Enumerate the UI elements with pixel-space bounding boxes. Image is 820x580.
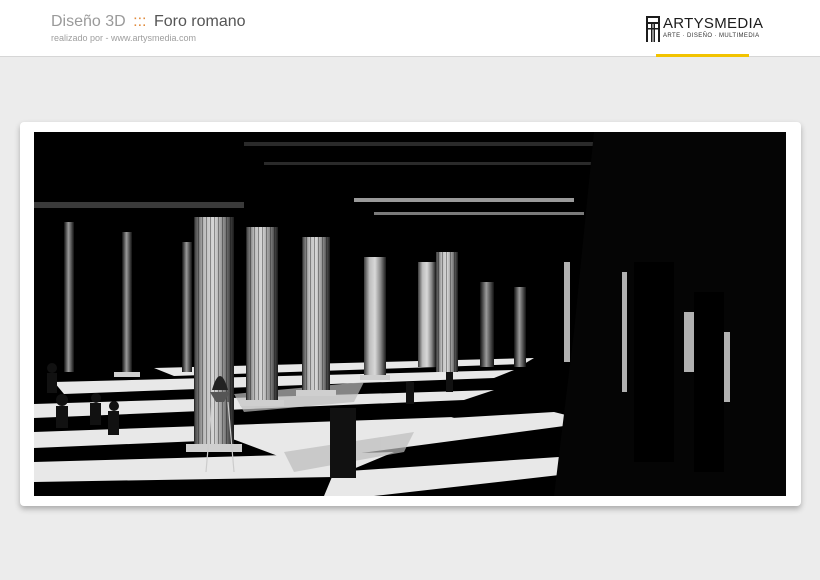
- page-subtitle[interactable]: realizado por - www.artysmedia.com: [51, 33, 196, 43]
- title-prefix: Diseño 3D: [51, 13, 126, 30]
- artwork-render-image[interactable]: [34, 132, 786, 496]
- artwork-card: [20, 122, 801, 506]
- logo-underline: [656, 54, 749, 57]
- artysmedia-logo[interactable]: ARTYSMEDIA ARTE · DISEÑO · MULTIMEDIA: [646, 14, 763, 44]
- logo-tagline: ARTE · DISEÑO · MULTIMEDIA: [663, 33, 760, 39]
- logo-mark-icon: [646, 16, 660, 42]
- page-title: Diseño 3D ::: Foro romano: [51, 12, 246, 32]
- foro-romano-render-icon: [34, 132, 786, 496]
- page-header: Diseño 3D ::: Foro romano realizado por …: [0, 0, 820, 57]
- logo-name: ARTYSMEDIA: [663, 15, 764, 32]
- title-separator: :::: [133, 13, 147, 30]
- title-main: Foro romano: [153, 13, 246, 30]
